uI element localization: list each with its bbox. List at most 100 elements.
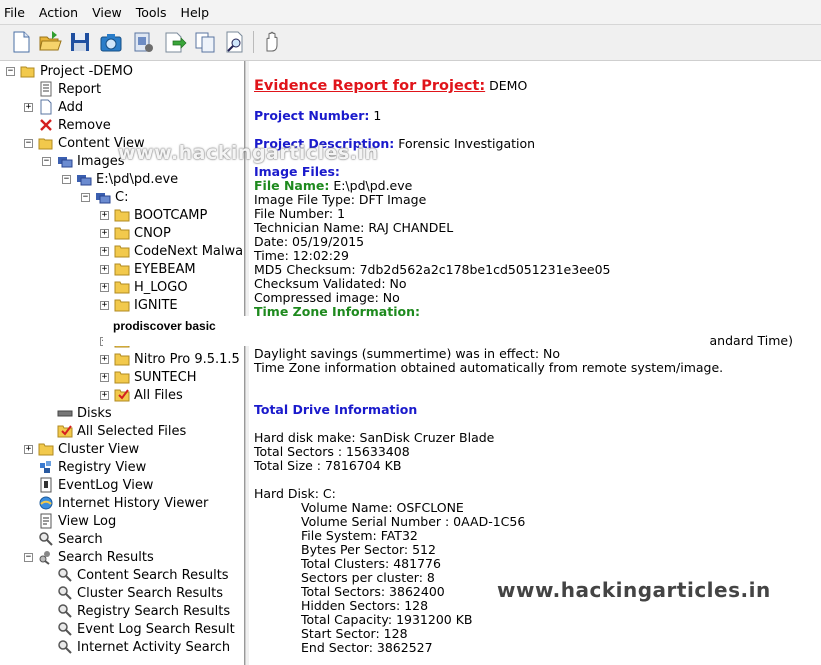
collapse-toggle[interactable]: − (42, 157, 51, 166)
expand-toggle[interactable]: + (24, 103, 33, 112)
tree-folder[interactable]: H_LOGO (114, 278, 188, 296)
tree-folder[interactable]: SUNTECH (114, 368, 197, 386)
tree-result-label: Cluster Search Results (77, 585, 224, 601)
expand-toggle[interactable]: + (100, 355, 109, 364)
tree-report[interactable]: Report (38, 80, 101, 98)
tree-result-item[interactable]: Event Log Search Result (57, 620, 235, 638)
tree-add-label: Add (58, 99, 84, 115)
report-title: Evidence Report for Project: (254, 78, 486, 94)
tree-remove[interactable]: Remove (38, 116, 111, 134)
tree-result-label: Event Log Search Result (77, 621, 235, 637)
popup-title: prodiscover basic (113, 319, 216, 333)
tree-folder-label: BOOTCAMP (134, 207, 208, 223)
open-folder-icon[interactable] (37, 29, 63, 55)
save-disk-icon[interactable] (67, 29, 93, 55)
image-info-line: Image File Type: DFT Image (254, 192, 427, 207)
tree-all-selected[interactable]: All Selected Files (57, 422, 186, 440)
tree-all-files[interactable]: All Files (114, 386, 183, 404)
disk-image-icon (76, 171, 92, 187)
menu-file[interactable]: File (0, 5, 33, 20)
tree-project[interactable]: Project -DEMO (20, 62, 133, 80)
menu-action[interactable]: Action (35, 5, 86, 20)
tree-folder[interactable]: CodeNext Malwa (114, 242, 243, 260)
drive-info-line: Hard disk make: SanDisk Cruzer Blade (254, 430, 495, 445)
tree-folder[interactable]: BOOTCAMP (114, 206, 207, 224)
tree-result-item[interactable]: Cluster Search Results (57, 584, 223, 602)
expand-toggle[interactable]: + (100, 211, 109, 220)
new-document-icon[interactable] (8, 29, 34, 55)
tree-registry-view[interactable]: Registry View (38, 458, 146, 476)
tree-folder[interactable]: IGNITE (114, 296, 178, 314)
expand-toggle[interactable]: + (100, 373, 109, 382)
collapse-toggle[interactable]: − (6, 67, 15, 76)
magnifier-icon (57, 585, 73, 601)
tree-folder[interactable]: CNOP (114, 224, 171, 242)
report-icon (38, 81, 54, 97)
menu-tools[interactable]: Tools (132, 5, 175, 20)
expand-toggle[interactable]: + (100, 265, 109, 274)
add-image-icon[interactable] (130, 29, 156, 55)
menu-help[interactable]: Help (177, 5, 218, 20)
image-info-line: Technician Name: RAJ CHANDEL (254, 220, 454, 235)
expand-toggle[interactable]: + (100, 247, 109, 256)
folder-open-icon (20, 63, 36, 79)
disk-icon (57, 405, 73, 421)
toolbar-separator (253, 31, 254, 53)
tree-search[interactable]: Search (38, 530, 103, 548)
tree-drive-c[interactable]: C: (95, 188, 128, 206)
search-results-icon (38, 549, 54, 565)
tree-folder[interactable]: EYEBEAM (114, 260, 196, 278)
expand-toggle[interactable]: + (100, 301, 109, 310)
volume-info-line: Volume Serial Number : 0AAD-1C56 (301, 514, 526, 529)
image-info-line: Date: 05/19/2015 (254, 234, 365, 249)
tree-image-file[interactable]: E:\pd\pd.eve (76, 170, 178, 188)
collapse-toggle[interactable]: − (24, 553, 33, 562)
tree-result-label: Internet Activity Search (77, 639, 231, 655)
tree-view-log[interactable]: View Log (38, 512, 116, 530)
tree-add[interactable]: Add (38, 98, 83, 116)
volume-info-line: Start Sector: 128 (301, 626, 408, 641)
tree-all-selected-label: All Selected Files (77, 423, 187, 439)
tree-result-item[interactable]: Registry Search Results (57, 602, 230, 620)
tree-result-label: Registry Search Results (77, 603, 231, 619)
image-info-line: MD5 Checksum: 7db2d562a2c178be1cd5051231… (254, 262, 611, 277)
expand-toggle[interactable]: + (100, 229, 109, 238)
menu-view[interactable]: View (88, 5, 130, 20)
tree-folder-label: H_LOGO (134, 279, 188, 295)
tree-result-item[interactable]: Content Search Results (57, 566, 229, 584)
expand-toggle[interactable]: + (100, 391, 109, 400)
volume-info-line: Sectors per cluster: 8 (301, 570, 435, 585)
export-icon[interactable] (161, 29, 187, 55)
folder-icon (114, 279, 130, 295)
tree-cluster-view[interactable]: Cluster View (38, 440, 139, 458)
time-zone-line: Daylight savings (summertime) was in eff… (254, 346, 561, 361)
tree-drive-label: C: (115, 189, 129, 205)
search-page-icon[interactable] (222, 29, 248, 55)
expand-toggle[interactable]: + (100, 283, 109, 292)
folder-icon (114, 369, 130, 385)
collapse-toggle[interactable]: − (24, 139, 33, 148)
image-info-line: Compressed image: No (254, 290, 400, 305)
drive-icon (95, 189, 111, 205)
tree-folder-label: CodeNext Malwa (134, 243, 244, 259)
image-info-line: File Number: 1 (254, 206, 346, 221)
tree-result-item[interactable]: Internet Activity Search (57, 638, 230, 656)
image-info-line: Time: 12:02:29 (254, 248, 349, 263)
stop-hand-icon[interactable] (259, 29, 285, 55)
tree-eventlog-view[interactable]: EventLog View (38, 476, 153, 494)
tree-project-label: Project -DEMO (40, 63, 133, 79)
copy-icon[interactable] (192, 29, 218, 55)
registry-icon (38, 459, 54, 475)
tree-search-results[interactable]: Search Results (38, 548, 154, 566)
collapse-toggle[interactable]: − (81, 193, 90, 202)
collapse-toggle[interactable]: − (62, 175, 71, 184)
tree-folder[interactable]: Nitro Pro 9.5.1.5 (114, 350, 240, 368)
popup-trailing-text: andard Time) (709, 333, 793, 348)
tree-images[interactable]: Images (57, 152, 125, 170)
tree-disks[interactable]: Disks (57, 404, 112, 422)
expand-toggle[interactable]: + (24, 445, 33, 454)
drive-info-line: Total Sectors : 15633408 (254, 444, 410, 459)
capture-image-icon[interactable] (98, 29, 124, 55)
tree-internet-history[interactable]: Internet History Viewer (38, 494, 208, 512)
tree-disks-label: Disks (77, 405, 112, 421)
